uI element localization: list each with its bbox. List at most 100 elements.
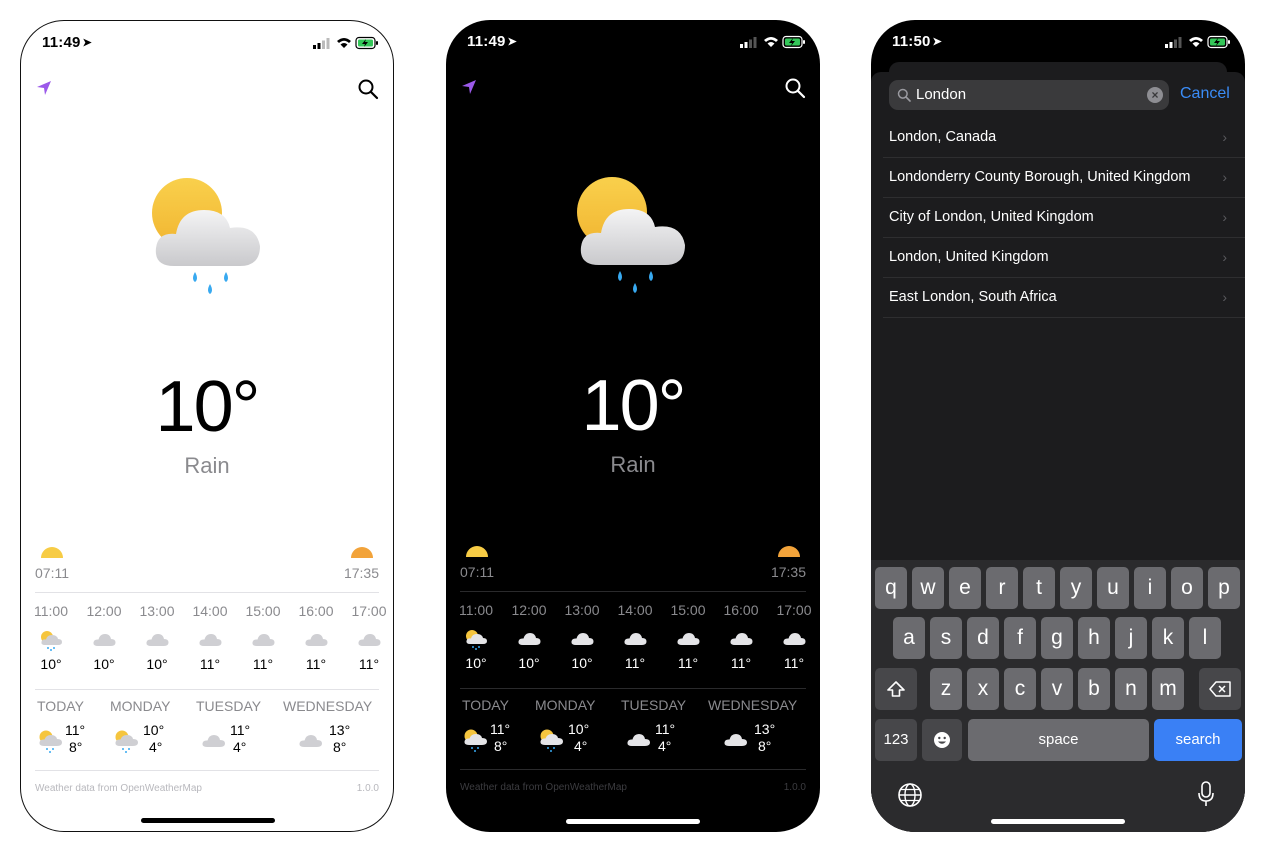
home-indicator[interactable] xyxy=(141,818,275,823)
data-credit[interactable]: Weather data from OpenWeatherMap xyxy=(35,783,202,794)
hour-time: 11:00 xyxy=(34,603,68,619)
key-b[interactable]: b xyxy=(1078,668,1110,710)
hour-time: 17:00 xyxy=(351,603,387,619)
key-w[interactable]: w xyxy=(912,567,944,609)
hour-temp: 11° xyxy=(624,655,646,671)
hour-time: 12:00 xyxy=(511,602,547,618)
cloud-icon xyxy=(518,633,541,645)
sun-cloud-rain-icon xyxy=(39,730,62,753)
current-temperature: 10° xyxy=(155,367,261,447)
hour-time: 13:00 xyxy=(139,603,175,619)
key-g[interactable]: g xyxy=(1041,617,1073,659)
numbers-key[interactable]: 123 xyxy=(875,719,917,761)
signal-wifi-battery-icon xyxy=(740,35,805,49)
location-arrow-icon[interactable] xyxy=(460,78,478,96)
hourly-forecast[interactable]: 11:00 10° 12:00 10° 13:00 10° 14:00 11° … xyxy=(34,603,393,683)
home-indicator[interactable] xyxy=(566,819,700,824)
search-input[interactable]: London × xyxy=(889,80,1169,110)
key-p[interactable]: p xyxy=(1208,567,1240,609)
key-y[interactable]: y xyxy=(1060,567,1092,609)
divider xyxy=(460,591,806,592)
sun-cloud-rain-icon xyxy=(41,631,62,651)
result-item[interactable]: London, United Kingdom › xyxy=(883,238,1245,278)
day-item: TUESDAY 11° 4° xyxy=(621,697,686,754)
current-condition: Rain xyxy=(610,452,656,477)
key-z[interactable]: z xyxy=(930,668,962,710)
result-item[interactable]: East London, South Africa › xyxy=(883,278,1245,318)
space-key[interactable]: space xyxy=(968,719,1149,761)
result-item[interactable]: Londonderry County Borough, United Kingd… xyxy=(883,158,1245,198)
key-j[interactable]: j xyxy=(1115,617,1147,659)
emoji-key[interactable] xyxy=(922,719,962,761)
hourly-forecast[interactable]: 11:00 10° 12:00 10° 13:00 10° 14:00 11° … xyxy=(459,602,820,682)
day-low: 4° xyxy=(574,738,588,754)
clear-icon[interactable]: × xyxy=(1147,87,1163,103)
key-q[interactable]: q xyxy=(875,567,907,609)
key-l[interactable]: l xyxy=(1189,617,1221,659)
result-item[interactable]: London, Canada › xyxy=(883,118,1245,158)
result-label: London, Canada xyxy=(889,129,997,145)
backspace-icon xyxy=(1209,681,1231,697)
hour-time: 13:00 xyxy=(564,602,600,618)
key-o[interactable]: o xyxy=(1171,567,1203,609)
hour-item: 13:00 10° xyxy=(137,603,177,672)
hour-temp: 10° xyxy=(93,656,115,672)
result-item[interactable]: City of London, United Kingdom › xyxy=(883,198,1245,238)
hour-temp: 10° xyxy=(146,656,168,672)
hour-temp: 11° xyxy=(677,655,699,671)
day-item: TODAY 11° 8° xyxy=(37,698,85,755)
cloud-icon xyxy=(627,734,650,746)
search-icon[interactable] xyxy=(357,78,379,100)
sunset-time: 17:35 xyxy=(343,565,379,581)
hour-time: 16:00 xyxy=(723,602,759,618)
home-indicator[interactable] xyxy=(991,819,1125,824)
key-i[interactable]: i xyxy=(1134,567,1166,609)
search-icon[interactable] xyxy=(784,77,806,99)
data-credit[interactable]: Weather data from OpenWeatherMap xyxy=(460,782,627,793)
key-n[interactable]: n xyxy=(1115,668,1147,710)
key-s[interactable]: s xyxy=(930,617,962,659)
key-f[interactable]: f xyxy=(1004,617,1036,659)
key-v[interactable]: v xyxy=(1041,668,1073,710)
chevron-right-icon: › xyxy=(1222,129,1227,145)
chevron-right-icon: › xyxy=(1222,169,1227,185)
current-temperature: 10° xyxy=(581,366,687,446)
key-h[interactable]: h xyxy=(1078,617,1110,659)
key-r[interactable]: r xyxy=(986,567,1018,609)
result-label: Londonderry County Borough, United Kingd… xyxy=(889,169,1191,185)
day-low: 4° xyxy=(149,739,163,755)
chevron-right-icon: › xyxy=(1222,249,1227,265)
day-high: 11° xyxy=(655,721,676,737)
key-a[interactable]: a xyxy=(893,617,925,659)
key-c[interactable]: c xyxy=(1004,668,1036,710)
cancel-button[interactable]: Cancel xyxy=(1180,85,1230,103)
microphone-icon[interactable] xyxy=(1197,781,1215,809)
day-name: WEDNESDAY xyxy=(283,698,373,714)
key-m[interactable]: m xyxy=(1152,668,1184,710)
sun-cloud-rain-icon xyxy=(577,177,685,293)
divider xyxy=(460,688,806,689)
globe-icon[interactable] xyxy=(897,782,923,808)
location-services-icon: ➤ xyxy=(82,37,92,49)
backspace-key[interactable] xyxy=(1199,668,1241,710)
shift-key[interactable] xyxy=(875,668,917,710)
key-e[interactable]: e xyxy=(949,567,981,609)
divider xyxy=(35,592,379,593)
day-high: 11° xyxy=(230,722,251,738)
key-x[interactable]: x xyxy=(967,668,999,710)
status-bar: 11:49 ➤ xyxy=(446,20,820,64)
location-arrow-icon[interactable] xyxy=(35,79,53,97)
cloud-icon xyxy=(299,735,322,747)
hour-item: 14:00 11° xyxy=(615,602,655,671)
key-d[interactable]: d xyxy=(967,617,999,659)
search-key[interactable]: search xyxy=(1154,719,1242,761)
key-k[interactable]: k xyxy=(1152,617,1184,659)
hour-temp: 11° xyxy=(358,656,380,672)
hour-item: 15:00 11° xyxy=(243,603,283,672)
key-t[interactable]: t xyxy=(1023,567,1055,609)
hour-temp: 10° xyxy=(571,655,593,671)
key-u[interactable]: u xyxy=(1097,567,1129,609)
hour-item: 12:00 10° xyxy=(509,602,549,671)
status-time: 11:49 xyxy=(42,34,81,51)
search-icon xyxy=(897,88,911,102)
